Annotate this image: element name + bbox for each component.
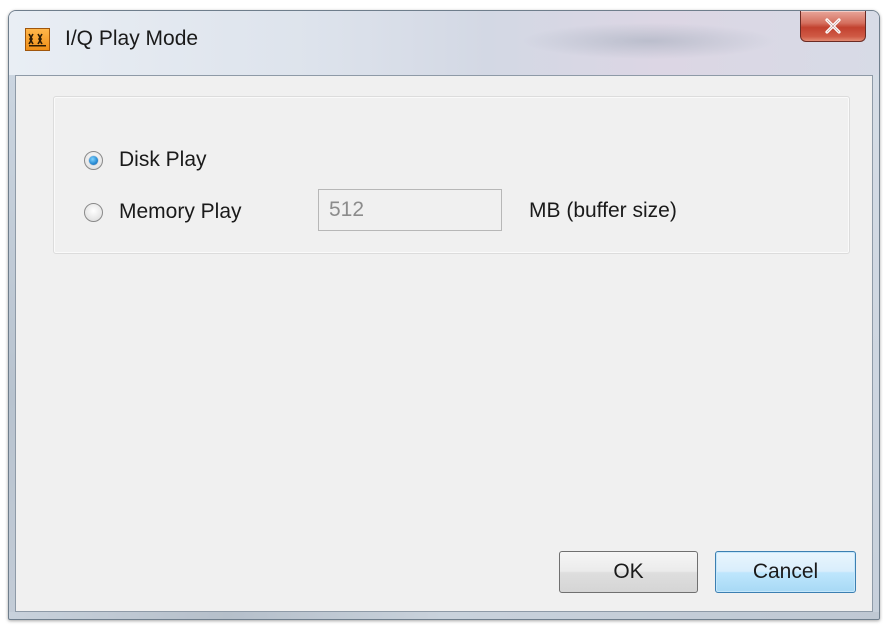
memory-play-label: Memory Play xyxy=(119,200,242,223)
window-frame-bottom xyxy=(9,612,879,619)
app-icon xyxy=(25,28,50,51)
radio-selected-dot xyxy=(89,155,98,165)
memory-play-option[interactable]: Memory Play xyxy=(84,200,242,224)
disk-play-option[interactable]: Disk Play xyxy=(84,148,207,172)
title-bar[interactable]: I/Q Play Mode xyxy=(9,11,879,75)
close-icon xyxy=(825,18,841,34)
window-frame-right xyxy=(873,75,879,612)
memory-play-radio[interactable] xyxy=(84,202,103,222)
play-mode-group: Disk Play Memory Play MB (buffer size) xyxy=(53,96,850,254)
dialog-content: Disk Play Memory Play MB (buffer size) O… xyxy=(15,75,873,612)
iq-play-mode-dialog: I/Q Play Mode Disk Play Memory Play 512 … xyxy=(8,10,880,620)
disk-play-label: Disk Play xyxy=(119,148,207,171)
xx-logo-icon xyxy=(28,33,46,47)
cancel-button[interactable]: Cancel xyxy=(715,551,856,593)
window-title: I/Q Play Mode xyxy=(65,27,199,50)
close-button[interactable] xyxy=(800,11,866,42)
screen: I/Q Play Mode Disk Play Memory Play 512 … xyxy=(0,0,883,629)
disk-play-radio[interactable] xyxy=(84,150,103,170)
buffer-size-input[interactable] xyxy=(318,189,502,231)
buffer-size-unit-label: MB (buffer size) xyxy=(529,199,677,222)
ok-button[interactable]: OK xyxy=(559,551,698,593)
